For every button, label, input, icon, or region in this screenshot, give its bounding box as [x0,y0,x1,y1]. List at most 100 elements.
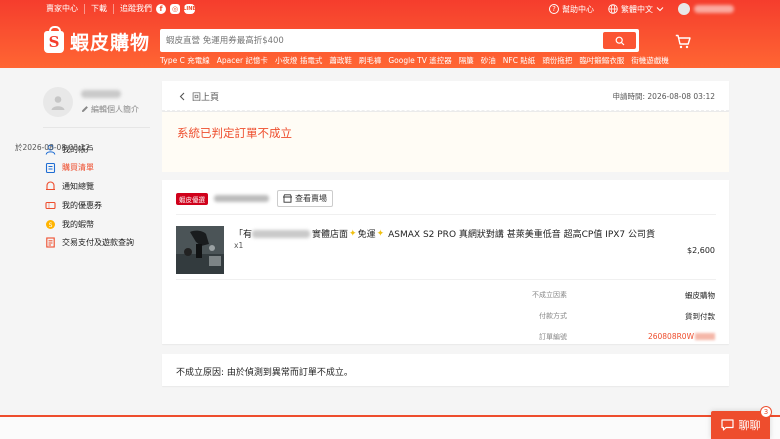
sidebar-item-purchases[interactable]: 購買清單 [44,160,134,176]
order-header: 回上頁 申請時間: 2026-08-08 03:12 [162,81,729,111]
language-selector[interactable]: 繁體中文 [608,4,664,15]
status-title: 系統已判定訂單不成立 [177,126,292,140]
detail-label: 付款方式 [539,312,567,320]
product-card: 蝦皮優選 查看賣場 「有 實體店面 ✦ 免運 ✦ ASMAX S2 PRO 真網… [162,180,729,344]
account-menu[interactable] [678,3,734,15]
hot-keyword[interactable]: 頭份拖把 [542,55,572,66]
back-button[interactable]: 回上頁 [178,90,219,103]
username-redacted [81,89,121,98]
edit-profile-link[interactable]: 編輯個人簡介 [81,104,139,115]
line-icon[interactable]: LINE [183,4,196,14]
edit-profile-label: 編輯個人簡介 [91,104,139,114]
sidebar-item-transactions[interactable]: 交易支付及遊款查詢 [44,235,134,251]
cancel-reason: 不成立原因: 由於偵測到異常而訂單不成立。 [176,368,353,378]
download-link[interactable]: 下載 [85,4,114,14]
language-label: 繁體中文 [621,4,653,14]
product-name-redacted [252,229,311,238]
preferred-badge: 蝦皮優選 [176,192,208,205]
product-name-tail: 實體店面 [312,230,349,240]
document-icon [44,237,56,249]
detail-label: 不成立因素 [532,291,567,299]
hot-keywords: Type C 充電線 Apacer 記憶卡 小夜燈 插電式 蕭政鞋 刷毛褲 Go… [160,55,676,66]
voucher-icon [44,199,56,211]
help-center-link[interactable]: ? 幫助中心 [549,4,594,15]
footer [0,417,780,439]
chevron-down-icon [656,7,664,12]
help-icon: ? [549,4,559,14]
hot-keyword[interactable]: NFC 貼紙 [503,55,536,66]
chat-unread-badge: 3 [760,406,772,418]
shopee-logo[interactable]: S 蝦皮購物 [44,25,151,55]
hot-keyword[interactable]: Google TV 遙控器 [388,55,451,66]
product-image [176,226,224,274]
sidebar-item-label: 我的蝦幣 [62,219,94,229]
sidebar-item-label: 交易支付及遊款查詢 [62,238,134,248]
free-shipping-label: 免運 [357,230,376,240]
shopee-bag-icon: S [44,25,64,53]
back-label: 回上頁 [192,93,220,103]
quantity: x1 [234,241,244,250]
view-shop-button[interactable]: 查看賣場 [277,190,333,207]
product-name-main: ASMAX S2 PRO 真網狀對講 甚萊美重低音 超高CP值 IPX7 公司貨 [388,230,656,240]
cart-icon [675,34,691,49]
search-input[interactable] [166,32,596,49]
sidebar-nav: 我的帳戶 購買清單 通知總覽 我的優惠券 S 我的蝦幣 交易支付及遊款查詢 [44,141,134,254]
product-thumbnail[interactable] [176,226,224,274]
seller-center-link[interactable]: 賣家中心 [46,4,85,14]
search-icon [615,36,624,45]
order-number: 260808R0W [647,332,694,341]
user-placeholder-icon [51,96,65,110]
instagram-icon[interactable]: ◎ [170,4,180,14]
pencil-icon [82,106,88,112]
profile-summary: 編輯個人簡介 [43,87,139,117]
sidebar-item-coins[interactable]: S 我的蝦幣 [44,216,134,232]
order-status-banner: 系統已判定訂單不成立 [162,112,729,172]
sidebar-item-vouchers[interactable]: 我的優惠券 [44,197,134,213]
hot-keyword[interactable]: 隔簾 [459,55,474,66]
detail-label: 訂單編號 [539,333,567,341]
sidebar-item-label: 通知總覽 [62,182,94,192]
header: 賣家中心 下載 追蹤我們 f ◎ LINE ? 幫助中心 繁體中文 S 蝦皮購物… [0,0,780,68]
follow-us-label: 追蹤我們 [120,4,152,13]
star-icon: ✦ [376,228,385,239]
chat-label: 聊聊 [738,419,761,432]
cart-button[interactable] [675,34,691,53]
order-number-redacted [695,333,715,340]
sidebar-item-label: 我的優惠券 [62,200,102,210]
sidebar-item-label: 購買清單 [62,163,94,173]
hot-keyword[interactable]: Type C 充電線 [160,55,210,66]
detail-value: 貨到付款 [685,312,715,321]
globe-icon [608,4,618,14]
facebook-icon[interactable]: f [156,4,166,14]
sidebar-item-notifications[interactable]: 通知總覽 [44,179,134,195]
hot-keyword[interactable]: 街機遊戲機 [631,55,669,66]
product-name[interactable]: 「有 實體店面 ✦ 免運 ✦ ASMAX S2 PRO 真網狀對講 甚萊美重低音… [234,227,656,241]
shop-row: 蝦皮優選 查看賣場 [176,190,333,207]
hot-keyword[interactable]: 砂油 [481,55,496,66]
username-redacted [694,5,734,13]
order-number-link[interactable]: 260808R0W [648,332,715,341]
apply-time: 申請時間: 2026-08-08 03:12 [612,92,716,101]
detail-value: 蝦皮購物 [685,291,715,300]
topbar-left: 賣家中心 下載 追蹤我們 f ◎ LINE [46,4,199,14]
hot-keyword[interactable]: Apacer 記憶卡 [217,55,268,66]
hot-keyword[interactable]: 小夜燈 插電式 [275,55,322,66]
hot-keyword[interactable]: 刷毛褲 [359,55,382,66]
view-shop-label: 查看賣場 [295,194,327,203]
search-button[interactable] [603,32,636,49]
divider [43,127,150,128]
hot-keyword[interactable]: 蕭政鞋 [329,55,352,66]
coin-icon: S [44,218,56,230]
divider [176,214,716,215]
avatar[interactable] [43,87,73,117]
search-bar [160,29,639,52]
chat-icon [720,419,734,431]
chevron-left-icon [179,92,185,101]
cancel-reason-card: 不成立原因: 由於偵測到異常而訂單不成立。 [162,354,729,386]
shop-name-redacted [214,195,269,202]
chat-button[interactable]: 聊聊 3 [711,406,772,439]
hot-keyword[interactable]: 臨吋鍛鰯衣服 [579,55,624,66]
logo-text: 蝦皮購物 [70,32,151,54]
svg-text:S: S [48,221,52,228]
price: $2,600 [687,246,715,255]
